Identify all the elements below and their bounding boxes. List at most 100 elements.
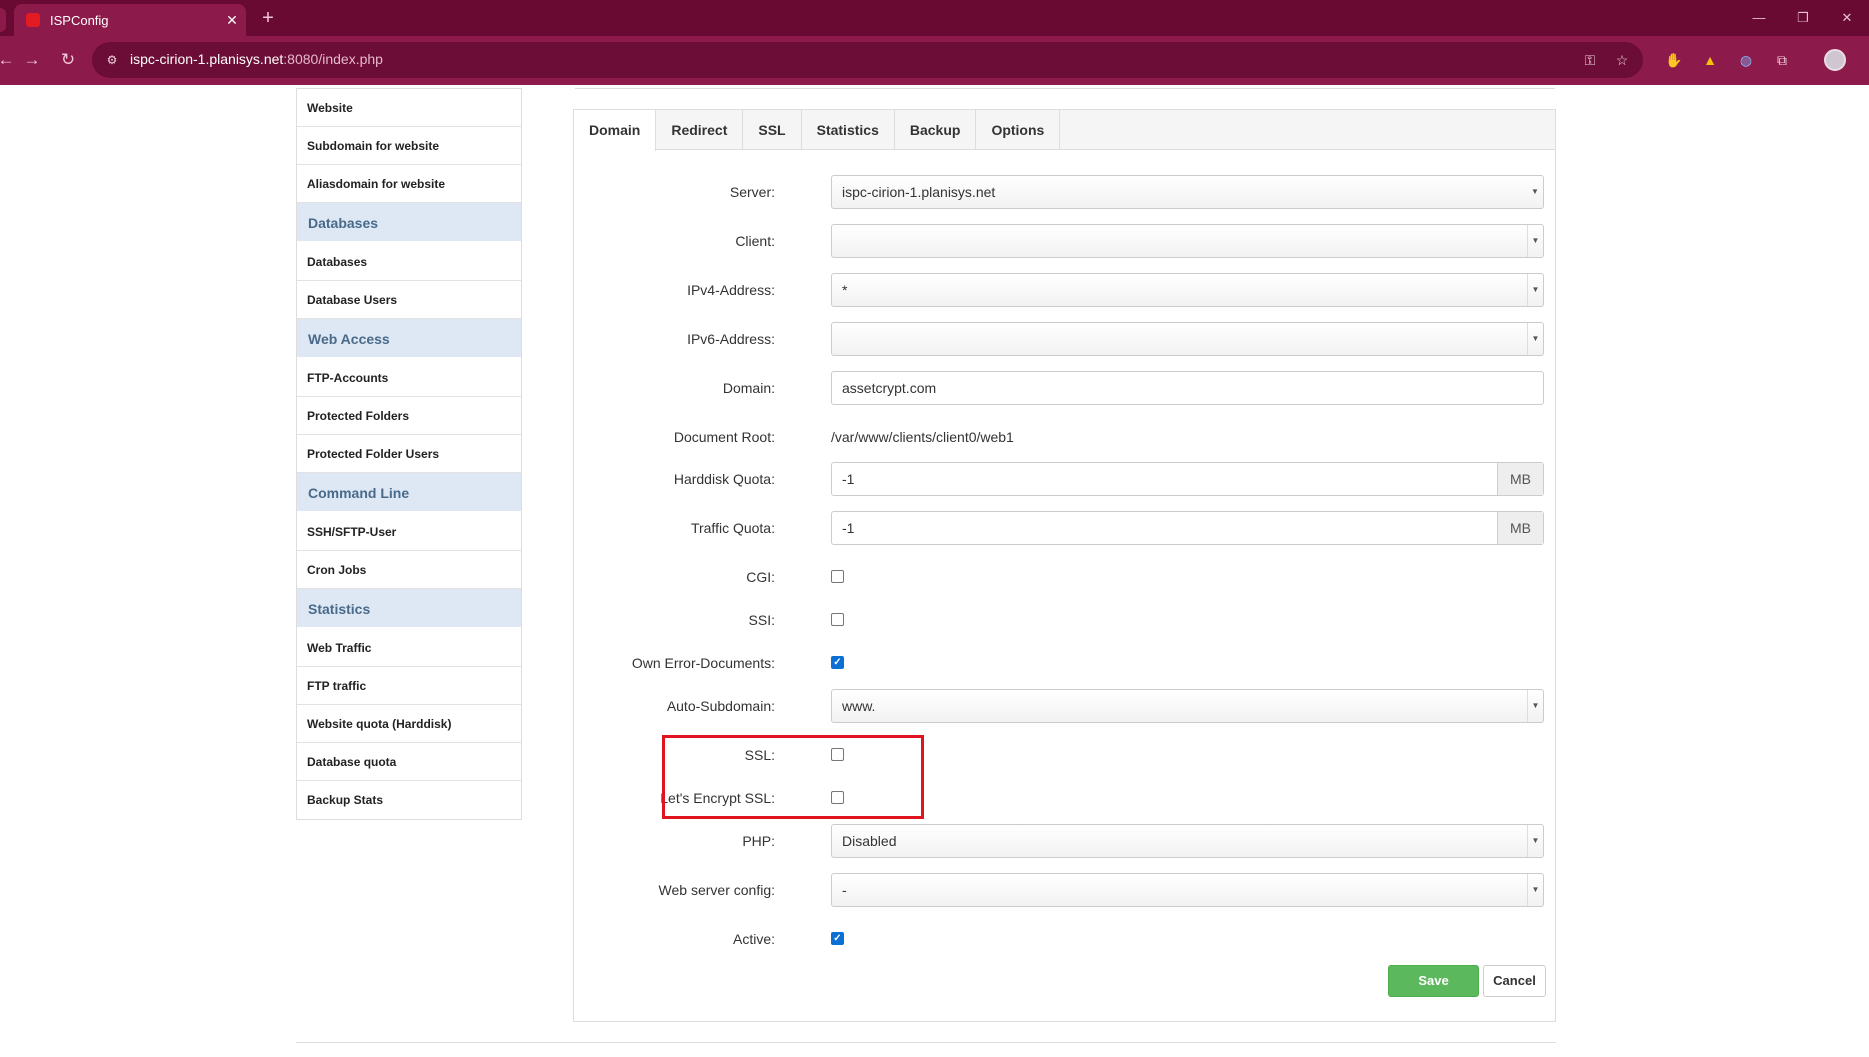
own-error-documents-label: Own Error-Documents: <box>631 655 775 671</box>
client-label: Client: <box>735 233 775 249</box>
tab-domain[interactable]: Domain <box>574 110 657 151</box>
extension-globe-icon[interactable]: ◍ <box>1736 50 1756 70</box>
tab-redirect[interactable]: Redirect <box>656 110 744 150</box>
traffic-quota-label: Traffic Quota: <box>690 520 775 536</box>
previous-tab-edge[interactable] <box>0 8 6 32</box>
ipv6-label: IPv6-Address: <box>687 331 775 347</box>
traffic-quota-unit: MB <box>1497 512 1543 544</box>
restore-button[interactable]: ❐ <box>1781 0 1825 36</box>
sidebar-item-protected-folder-users[interactable]: Protected Folder Users <box>297 435 521 473</box>
window-controls: — ❐ ✕ <box>1737 0 1869 36</box>
document-root-label: Document Root: <box>673 429 775 445</box>
cgi-checkbox[interactable] <box>831 570 844 583</box>
ipv4-row: IPv4-Address: * ▼ <box>574 273 1555 307</box>
tab-close-icon[interactable]: ✕ <box>218 12 246 29</box>
ipv6-row: IPv6-Address: ▼ <box>574 322 1555 356</box>
back-icon[interactable]: ← <box>0 48 18 72</box>
sidebar-section-command-line: Command Line <box>297 473 521 513</box>
domain-label: Domain: <box>722 380 775 396</box>
tab-statistics[interactable]: Statistics <box>802 110 895 150</box>
own-error-documents-row: Own Error-Documents: ✓ <box>574 646 1555 680</box>
domain-row: Domain: assetcrypt.com <box>574 371 1555 405</box>
harddisk-quota-input[interactable]: -1 MB <box>831 462 1544 496</box>
client-select[interactable]: ▼ <box>831 224 1544 258</box>
sidebar-item-ssh-sftp-user[interactable]: SSH/SFTP-User <box>297 513 521 551</box>
ipv4-value: * <box>842 282 848 298</box>
minimize-button[interactable]: — <box>1737 0 1781 36</box>
ssi-row: SSI: <box>574 603 1555 637</box>
sidebar-item-web-traffic[interactable]: Web Traffic <box>297 629 521 667</box>
sidebar-item-database-users[interactable]: Database Users <box>297 281 521 319</box>
auto-subdomain-select[interactable]: www. ▼ <box>831 689 1544 723</box>
tab-backup[interactable]: Backup <box>895 110 977 150</box>
sidebar-item-databases[interactable]: Databases <box>297 243 521 281</box>
ispconfig-favicon-icon <box>26 13 40 27</box>
tab-ssl[interactable]: SSL <box>743 110 802 150</box>
own-error-documents-checkbox[interactable]: ✓ <box>831 656 844 669</box>
google-drive-icon[interactable]: ▲ <box>1700 50 1720 70</box>
php-select[interactable]: Disabled ▼ <box>831 824 1544 858</box>
auto-subdomain-value: www. <box>842 698 876 714</box>
reload-icon[interactable]: ↻ <box>56 48 80 72</box>
sidebar-item-website-quota[interactable]: Website quota (Harddisk) <box>297 705 521 743</box>
tab-title: ISPConfig <box>50 12 109 28</box>
profile-avatar[interactable] <box>1824 49 1846 71</box>
forward-icon[interactable]: → <box>20 48 44 72</box>
ipv4-select[interactable]: * ▼ <box>831 273 1544 307</box>
tab-options[interactable]: Options <box>976 110 1061 150</box>
server-row: Server: ispc-cirion-1.planisys.net ▼ <box>574 175 1555 209</box>
harddisk-quota-row: Harddisk Quota: -1 MB <box>574 462 1555 496</box>
domain-input[interactable]: assetcrypt.com <box>831 371 1544 405</box>
ipv4-label: IPv4-Address: <box>687 282 775 298</box>
sidebar-item-ftp-accounts[interactable]: FTP-Accounts <box>297 359 521 397</box>
save-button[interactable]: Save <box>1388 965 1479 997</box>
browser-tab[interactable]: ISPConfig ✕ <box>14 4 246 36</box>
sidebar-item-database-quota[interactable]: Database quota <box>297 743 521 781</box>
ssi-label: SSI: <box>748 612 775 628</box>
site-settings-icon[interactable]: ⚙ <box>104 52 120 68</box>
harddisk-quota-value: -1 <box>842 471 855 487</box>
password-key-icon[interactable]: ⚿ <box>1580 50 1600 70</box>
web-server-config-row: Web server config: - ▼ <box>574 873 1555 907</box>
auto-subdomain-label: Auto-Subdomain: <box>666 698 775 714</box>
browser-tab-strip: ISPConfig ✕ + — ❐ ✕ <box>0 0 1869 36</box>
traffic-quota-row: Traffic Quota: -1 MB <box>574 511 1555 545</box>
website-form-panel: Domain Redirect SSL Statistics Backup Op… <box>573 109 1556 1022</box>
chevron-down-icon: ▼ <box>1527 323 1543 355</box>
server-label: Server: <box>729 184 775 200</box>
new-tab-button[interactable]: + <box>256 6 280 30</box>
harddisk-quota-label: Harddisk Quota: <box>673 471 775 487</box>
chevron-down-icon: ▼ <box>1527 225 1543 257</box>
traffic-quota-input[interactable]: -1 MB <box>831 511 1544 545</box>
address-bar[interactable]: ⚙ ispc-cirion-1.planisys.net:8080/index.… <box>92 42 1643 78</box>
sidebar-item-website[interactable]: Website <box>297 89 521 127</box>
ssi-checkbox[interactable] <box>831 613 844 626</box>
sidebar-item-ftp-traffic[interactable]: FTP traffic <box>297 667 521 705</box>
close-window-button[interactable]: ✕ <box>1825 0 1869 36</box>
ipv6-select[interactable]: ▼ <box>831 322 1544 356</box>
sidebar-item-aliasdomain[interactable]: Aliasdomain for website <box>297 165 521 203</box>
active-checkbox[interactable]: ✓ <box>831 932 844 945</box>
browser-toolbar: ← → ↻ ⚙ ispc-cirion-1.planisys.net:8080/… <box>0 36 1869 85</box>
extensions-puzzle-icon[interactable]: ⧉ <box>1772 50 1792 70</box>
client-row: Client: ▼ <box>574 224 1555 258</box>
ssl-highlight-box <box>662 735 924 819</box>
php-value: Disabled <box>842 833 897 849</box>
extension-hand-icon[interactable]: ✋ <box>1664 50 1684 70</box>
sidebar-item-subdomain[interactable]: Subdomain for website <box>297 127 521 165</box>
cgi-row: CGI: <box>574 560 1555 594</box>
document-root-row: Document Root: /var/www/clients/client0/… <box>574 420 1555 454</box>
web-server-config-select[interactable]: - ▼ <box>831 873 1544 907</box>
sidebar-item-cron-jobs[interactable]: Cron Jobs <box>297 551 521 589</box>
cancel-button[interactable]: Cancel <box>1483 965 1546 997</box>
cgi-label: CGI: <box>746 569 775 585</box>
server-select[interactable]: ispc-cirion-1.planisys.net ▼ <box>831 175 1544 209</box>
harddisk-quota-unit: MB <box>1497 463 1543 495</box>
bookmark-star-icon[interactable]: ☆ <box>1612 50 1632 70</box>
active-label: Active: <box>732 931 775 947</box>
sidebar-item-protected-folders[interactable]: Protected Folders <box>297 397 521 435</box>
sidebar-item-backup-stats[interactable]: Backup Stats <box>297 781 521 819</box>
auto-subdomain-row: Auto-Subdomain: www. ▼ <box>574 689 1555 723</box>
chevron-down-icon: ▼ <box>1527 274 1543 306</box>
chevron-down-icon: ▼ <box>1527 690 1543 722</box>
